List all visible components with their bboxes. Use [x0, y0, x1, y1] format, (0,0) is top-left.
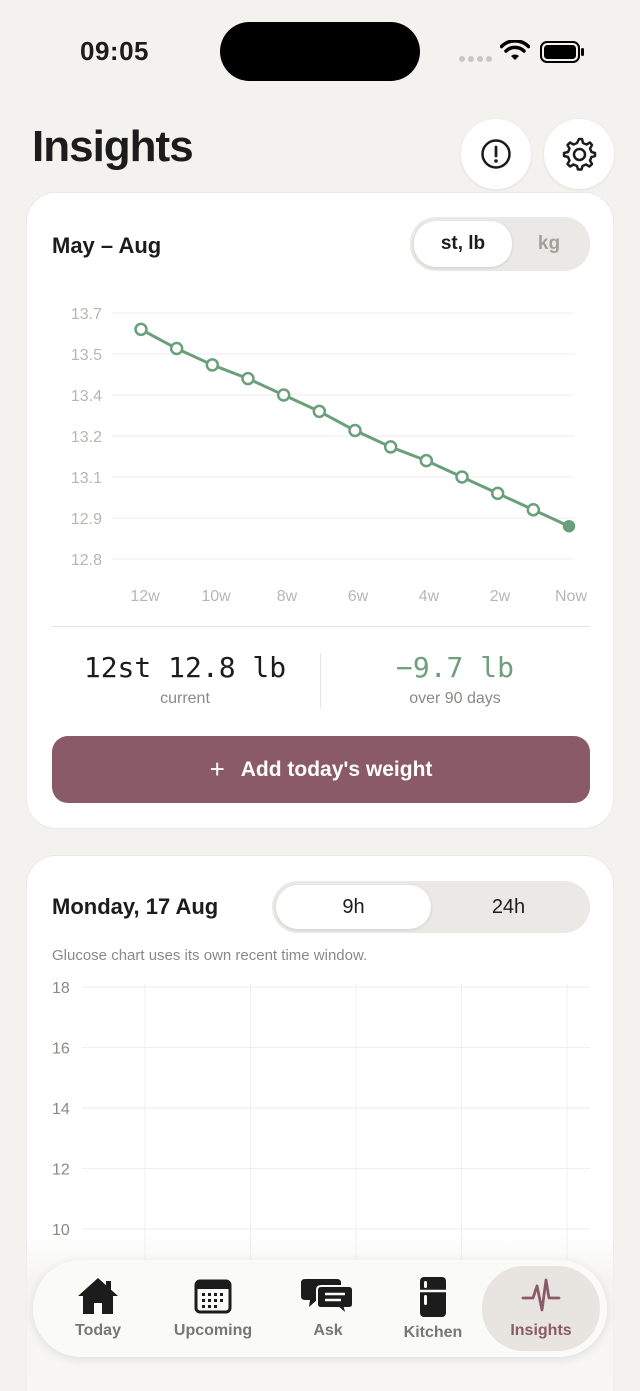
alert-circle-icon	[481, 139, 511, 169]
weight-line-chart: 13.7 13.5 13.4 13.2 13.1 12.9 12.8 12w 10w 8w 6w 4w…	[71, 306, 588, 605]
weight-change-value: −9.7 lb	[395, 651, 514, 684]
tab-label: Insights	[510, 1322, 572, 1339]
time-range-toggle: 9h 24h	[272, 881, 590, 933]
weight-data-point	[134, 322, 148, 337]
weight-data-point	[348, 423, 362, 438]
weight-data-point	[419, 453, 434, 468]
unit-option-kg[interactable]: kg	[512, 221, 586, 267]
page-title: Insights	[32, 122, 194, 171]
y-tick-label: 13.7	[71, 306, 102, 323]
y-tick-label: 14	[52, 1101, 70, 1118]
add-weight-button[interactable]: + Add today's weight	[52, 736, 590, 803]
x-tick-label: 6w	[348, 588, 369, 605]
weight-data-point	[241, 371, 255, 386]
y-tick-label: 13.5	[71, 347, 102, 364]
weight-card: May – Aug st, lb kg 13.7 13.5 13.4 13.2 13.1…	[26, 192, 614, 829]
tab-label: Upcoming	[173, 1322, 253, 1339]
house-icon	[78, 1278, 118, 1314]
x-tick-label: 10w	[201, 588, 231, 605]
current-weight-label: current	[160, 690, 210, 707]
current-weight-value: 12st 12.8 lb	[83, 651, 287, 684]
tab-label: Today	[75, 1322, 121, 1339]
x-tick-label: 8w	[277, 588, 298, 605]
battery-icon	[540, 41, 584, 63]
info-button[interactable]	[461, 119, 531, 189]
plus-icon: +	[209, 754, 225, 784]
glucose-chart-note: Glucose chart uses its own recent time w…	[52, 947, 368, 964]
unit-option-st-lb[interactable]: st, lb	[414, 221, 512, 267]
y-tick-label: 16	[52, 1041, 70, 1058]
y-tick-label: 13.1	[71, 470, 102, 487]
tab-label: Kitchen	[403, 1324, 463, 1341]
cellular-signal-icon	[459, 56, 492, 62]
fridge-icon	[420, 1277, 446, 1317]
tab-ask[interactable]: Ask	[283, 1266, 373, 1351]
settings-button[interactable]	[544, 119, 614, 189]
calendar-icon	[194, 1279, 232, 1314]
weight-period-title: May – Aug	[52, 233, 162, 258]
y-tick-label: 12.9	[71, 511, 102, 528]
add-weight-label: Add today's weight	[240, 757, 433, 781]
chat-bubbles-icon	[301, 1279, 354, 1316]
y-tick-label: 13.2	[71, 429, 102, 446]
y-tick-label: 12	[52, 1162, 70, 1179]
gear-icon	[562, 137, 597, 171]
status-time: 09:05	[80, 36, 149, 66]
weight-change-label: over 90 days	[409, 690, 501, 707]
x-tick-label: 12w	[130, 588, 160, 605]
y-tick-label: 13.4	[71, 388, 102, 405]
range-option-9h[interactable]: 9h	[276, 885, 431, 929]
range-option-24h[interactable]: 24h	[431, 885, 586, 929]
weight-data-point	[526, 503, 541, 517]
unit-toggle: st, lb kg	[410, 217, 590, 271]
tab-label: Ask	[313, 1322, 343, 1339]
tab-kitchen[interactable]: Kitchen	[388, 1266, 478, 1351]
x-tick-label: 2w	[490, 588, 511, 605]
wifi-icon	[500, 40, 530, 60]
pulse-icon	[521, 1278, 561, 1312]
weight-data-point	[169, 341, 184, 356]
weight-data-point	[312, 404, 327, 419]
tab-upcoming[interactable]: Upcoming	[163, 1266, 263, 1351]
x-tick-label: Now	[555, 588, 587, 605]
tab-insights[interactable]: Insights	[482, 1266, 600, 1351]
tab-today[interactable]: Today	[53, 1266, 143, 1351]
weight-data-point	[383, 440, 398, 454]
status-bar: 09:05	[0, 0, 640, 100]
weight-data-point	[455, 470, 469, 484]
tab-bar: Today Upcoming Ask Kitchen Insights	[33, 1260, 607, 1357]
weight-data-point	[490, 486, 505, 501]
divider	[52, 626, 590, 627]
weight-data-point	[205, 358, 220, 372]
stat-divider	[320, 653, 321, 708]
weight-data-point	[562, 519, 576, 533]
y-tick-label: 18	[52, 980, 70, 997]
y-tick-label: 12.8	[71, 552, 102, 569]
glucose-date-title: Monday, 17 Aug	[52, 894, 219, 919]
x-tick-label: 4w	[419, 588, 440, 605]
dynamic-island	[220, 22, 420, 81]
weight-data-point	[276, 388, 291, 402]
